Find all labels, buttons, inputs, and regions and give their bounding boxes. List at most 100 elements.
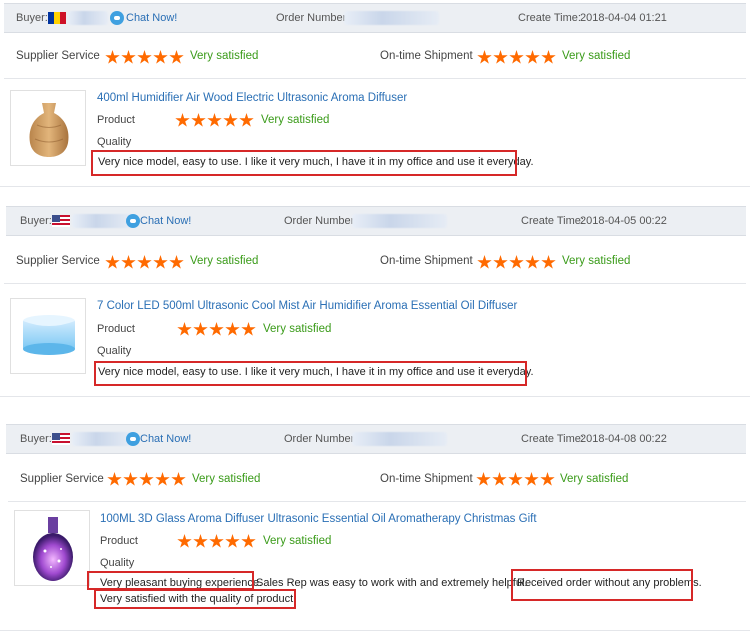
star-icon bbox=[477, 255, 492, 269]
star-icon bbox=[105, 255, 120, 269]
star-icon bbox=[509, 255, 524, 269]
highlight-box bbox=[511, 569, 693, 601]
create-time-value: 2018-04-04 01:21 bbox=[580, 12, 667, 24]
shipment-label: On-time Shipment bbox=[380, 255, 473, 267]
star-icon bbox=[121, 50, 136, 64]
divider bbox=[0, 396, 750, 397]
shipment-label: On-time Shipment bbox=[380, 50, 473, 62]
divider bbox=[0, 630, 750, 631]
star-icon bbox=[169, 50, 184, 64]
star-icon bbox=[191, 113, 206, 127]
star-icon bbox=[177, 322, 192, 336]
chat-now-link[interactable]: Chat Now! bbox=[140, 433, 191, 445]
create-time-value: 2018-04-05 00:22 bbox=[580, 215, 667, 227]
quality-label: Quality bbox=[97, 345, 132, 357]
chat-bubble-icon[interactable] bbox=[126, 432, 140, 446]
star-icon bbox=[241, 534, 256, 548]
product-thumbnail[interactable] bbox=[10, 298, 86, 374]
usa-flag-icon bbox=[52, 215, 70, 227]
product-rating-text: Very satisfied bbox=[263, 323, 332, 335]
product-label: Product bbox=[97, 114, 135, 126]
highlight-box bbox=[94, 589, 296, 609]
star-icon bbox=[541, 255, 556, 269]
star-icon bbox=[153, 255, 168, 269]
star-icon bbox=[239, 113, 254, 127]
buyer-label: Buyer: bbox=[20, 433, 52, 445]
wood-diffuser-image bbox=[29, 103, 69, 157]
shipment-rating-text: Very satisfied bbox=[562, 255, 631, 267]
star-icon bbox=[525, 50, 540, 64]
star-icon bbox=[209, 534, 224, 548]
star-icon bbox=[105, 50, 120, 64]
review-text-part2: Sales Rep was easy to work with and extr… bbox=[256, 577, 528, 589]
create-time-label: Create Time: bbox=[521, 215, 584, 227]
usa-flag-icon bbox=[52, 433, 70, 445]
star-icon bbox=[177, 534, 192, 548]
star-icon bbox=[155, 472, 170, 486]
product-rating-text: Very satisfied bbox=[261, 114, 330, 126]
buyer-label: Buyer: bbox=[16, 12, 48, 24]
supplier-service-label: Supplier Service bbox=[20, 473, 104, 485]
chat-now-link[interactable]: Chat Now! bbox=[140, 215, 191, 227]
service-rating-row: Supplier Service Very satisfied On-time … bbox=[4, 240, 746, 284]
product-thumbnail[interactable] bbox=[10, 90, 86, 166]
create-time-value: 2018-04-08 00:22 bbox=[580, 433, 667, 445]
product-stars bbox=[177, 534, 256, 549]
glass-diffuser-image bbox=[33, 517, 73, 581]
star-icon bbox=[241, 322, 256, 336]
supplier-rating-text: Very satisfied bbox=[190, 255, 259, 267]
divider bbox=[0, 186, 750, 187]
service-rating-row: Supplier Service Very satisfied On-time … bbox=[8, 458, 746, 502]
star-icon bbox=[121, 255, 136, 269]
highlight-box bbox=[91, 150, 517, 176]
supplier-service-label: Supplier Service bbox=[16, 255, 100, 267]
star-icon bbox=[225, 322, 240, 336]
romania-flag-icon bbox=[48, 12, 66, 24]
order-number-redacted bbox=[344, 11, 439, 25]
order-number-redacted bbox=[352, 214, 447, 228]
star-icon bbox=[169, 255, 184, 269]
star-icon bbox=[193, 322, 208, 336]
star-icon bbox=[540, 472, 555, 486]
supplier-stars bbox=[105, 50, 184, 65]
order-number-label: Order Number: bbox=[284, 433, 358, 445]
star-icon bbox=[541, 50, 556, 64]
shipment-stars bbox=[476, 472, 555, 487]
product-label: Product bbox=[97, 323, 135, 335]
shipment-rating-text: Very satisfied bbox=[562, 50, 631, 62]
highlight-box bbox=[87, 571, 254, 590]
create-time-label: Create Time: bbox=[518, 12, 581, 24]
product-label: Product bbox=[100, 535, 138, 547]
product-title-link[interactable]: 100ML 3D Glass Aroma Diffuser Ultrasonic… bbox=[100, 513, 537, 525]
star-icon bbox=[525, 255, 540, 269]
buyer-name-redacted bbox=[72, 214, 132, 228]
supplier-service-label: Supplier Service bbox=[16, 50, 100, 62]
shipment-label: On-time Shipment bbox=[380, 473, 473, 485]
product-stars bbox=[177, 322, 256, 337]
star-icon bbox=[123, 472, 138, 486]
product-rating-text: Very satisfied bbox=[263, 535, 332, 547]
star-icon bbox=[193, 534, 208, 548]
buyer-name-redacted bbox=[72, 432, 132, 446]
review-header: Buyer: Chat Now! Order Number: Create Ti… bbox=[6, 206, 746, 236]
product-title-link[interactable]: 400ml Humidifier Air Wood Electric Ultra… bbox=[97, 92, 407, 104]
chat-bubble-icon[interactable] bbox=[110, 11, 124, 25]
shipment-stars bbox=[477, 255, 556, 270]
highlight-box bbox=[94, 361, 527, 386]
star-icon bbox=[137, 255, 152, 269]
buyer-label: Buyer: bbox=[20, 215, 52, 227]
product-thumbnail[interactable] bbox=[14, 510, 90, 586]
chat-now-link[interactable]: Chat Now! bbox=[126, 12, 177, 24]
star-icon bbox=[209, 322, 224, 336]
led-diffuser-image bbox=[23, 315, 75, 355]
service-rating-row: Supplier Service Very satisfied On-time … bbox=[4, 35, 746, 79]
buyer-name-redacted bbox=[68, 11, 108, 25]
chat-bubble-icon[interactable] bbox=[126, 214, 140, 228]
product-title-link[interactable]: 7 Color LED 500ml Ultrasonic Cool Mist A… bbox=[97, 300, 517, 312]
supplier-stars bbox=[107, 472, 186, 487]
star-icon bbox=[207, 113, 222, 127]
star-icon bbox=[137, 50, 152, 64]
star-icon bbox=[223, 113, 238, 127]
star-icon bbox=[493, 50, 508, 64]
star-icon bbox=[524, 472, 539, 486]
